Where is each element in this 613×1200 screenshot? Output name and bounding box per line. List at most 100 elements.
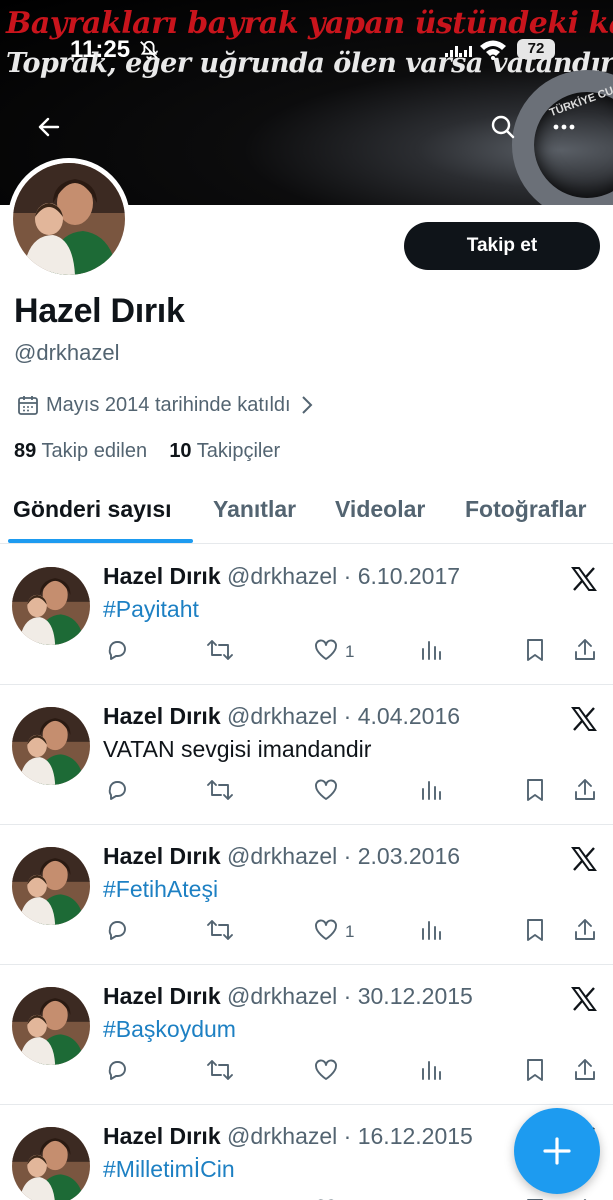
plus-icon (543, 1137, 571, 1165)
like-button[interactable] (313, 777, 345, 807)
tweet-avatar[interactable] (12, 987, 90, 1065)
following-link[interactable]: 89 Takip edilen (14, 440, 147, 462)
views-icon (419, 1197, 443, 1200)
retweet-button[interactable] (206, 1057, 234, 1087)
share-icon (572, 1057, 598, 1088)
follow-button[interactable]: Takip et (404, 222, 600, 270)
status-time: 11:25 (70, 36, 131, 63)
retweet-icon (206, 917, 234, 948)
bookmark-icon (523, 777, 547, 808)
share-button[interactable] (572, 637, 598, 667)
battery-indicator: 72 (517, 39, 555, 59)
tweet-text[interactable]: #Başkoydum (103, 1016, 236, 1043)
tweet-author-name[interactable]: Hazel Dırık (103, 703, 221, 729)
reply-button[interactable] (104, 637, 130, 667)
retweet-icon (206, 1057, 234, 1088)
tweet-actions (0, 1057, 613, 1087)
share-button[interactable] (572, 917, 598, 947)
reply-icon (104, 637, 130, 668)
profile-tabs: Gönderi sayısı Yanıtlar Videolar Fotoğra… (0, 488, 613, 544)
tweet-header: Hazel Dırık @drkhazel · 2.03.2016 (103, 843, 460, 870)
reply-icon (104, 1197, 130, 1200)
tab-photos[interactable]: Fotoğraflar (465, 496, 586, 523)
share-icon (572, 917, 598, 948)
following-label: Takip edilen (41, 440, 148, 462)
tweet-item[interactable]: Hazel Dırık @drkhazel · 6.10.2017 #Payit… (0, 545, 613, 685)
tweet-meta: @drkhazel · 30.12.2015 (227, 983, 473, 1009)
tweet-author-name[interactable]: Hazel Dırık (103, 563, 221, 589)
bookmark-icon (523, 1197, 547, 1200)
tweet-author-name[interactable]: Hazel Dırık (103, 983, 221, 1009)
bookmark-button[interactable] (523, 777, 547, 807)
tweet-item[interactable]: Hazel Dırık @drkhazel · 4.04.2016 VATAN … (0, 685, 613, 825)
back-arrow-icon[interactable] (32, 110, 66, 144)
views-icon (419, 777, 443, 808)
share-button[interactable] (572, 777, 598, 807)
profile-avatar[interactable] (8, 158, 130, 280)
status-bar: 11:25 72 (0, 36, 613, 66)
reply-button[interactable] (104, 777, 130, 807)
share-button[interactable] (572, 1057, 598, 1087)
tweet-avatar[interactable] (12, 1127, 90, 1200)
share-icon (572, 637, 598, 668)
reply-icon (104, 917, 130, 948)
views-button[interactable] (419, 1057, 443, 1087)
bookmark-button[interactable] (523, 1057, 547, 1087)
reply-button[interactable] (104, 917, 130, 947)
tweet-item[interactable]: Hazel Dırık @drkhazel · 2.03.2016 #Fetih… (0, 825, 613, 965)
active-tab-indicator (8, 539, 193, 543)
retweet-icon (206, 637, 234, 668)
joined-text: Mayıs 2014 tarihinde katıldı (46, 393, 291, 416)
like-button[interactable] (313, 1057, 345, 1087)
heart-icon (313, 917, 339, 948)
search-icon[interactable] (486, 110, 520, 144)
tweet-avatar[interactable] (12, 567, 90, 645)
tweet-text[interactable]: #Payitaht (103, 596, 199, 623)
tweet-avatar[interactable] (12, 847, 90, 925)
followers-label: Takipçiler (196, 440, 281, 462)
reply-icon (104, 1057, 130, 1088)
retweet-button[interactable] (206, 917, 234, 947)
followers-link[interactable]: 10 Takipçiler (169, 440, 280, 462)
x-logo-icon (570, 845, 598, 873)
like-button[interactable]: 1 (313, 917, 354, 947)
views-button[interactable] (419, 777, 443, 807)
retweet-button[interactable] (206, 637, 234, 667)
tab-videos[interactable]: Videolar (335, 496, 425, 523)
tweet-avatar[interactable] (12, 707, 90, 785)
calendar-icon (18, 396, 38, 415)
x-logo-icon (570, 565, 598, 593)
compose-button[interactable] (514, 1108, 600, 1194)
tweet-text[interactable]: #MilletimİCin (103, 1156, 235, 1183)
x-logo-icon (570, 985, 598, 1013)
tweet-meta: @drkhazel · 4.04.2016 (227, 703, 461, 729)
profile-handle: @drkhazel (14, 340, 120, 365)
tweet-author-name[interactable]: Hazel Dırık (103, 843, 221, 869)
bookmark-icon (523, 637, 547, 668)
tweet-header: Hazel Dırık @drkhazel · 6.10.2017 (103, 563, 460, 590)
tweet-meta: @drkhazel · 6.10.2017 (227, 563, 461, 589)
views-icon (419, 1057, 443, 1088)
tweet-actions (0, 777, 613, 807)
tweet-actions: 1 (0, 637, 613, 667)
like-button[interactable]: 1 (313, 637, 354, 667)
tab-replies[interactable]: Yanıtlar (213, 496, 296, 523)
tab-posts[interactable]: Gönderi sayısı (13, 496, 172, 523)
follow-stats: 89 Takip edilen 10 Takipçiler (14, 440, 280, 463)
views-button[interactable] (419, 917, 443, 947)
bookmark-button[interactable] (523, 917, 547, 947)
more-icon[interactable] (547, 110, 581, 144)
tweet-author-name[interactable]: Hazel Dırık (103, 1123, 221, 1149)
reply-button[interactable] (104, 1057, 130, 1087)
views-icon (419, 637, 443, 668)
views-button[interactable] (419, 637, 443, 667)
retweet-button[interactable] (206, 777, 234, 807)
tweet-actions: 1 (0, 917, 613, 947)
followers-count: 10 (169, 440, 192, 462)
tweet-item[interactable]: Hazel Dırık @drkhazel · 30.12.2015 #Başk… (0, 965, 613, 1105)
bookmark-icon (523, 917, 547, 948)
tweet-text[interactable]: #FetihAteşi (103, 876, 218, 903)
x-logo-icon (570, 705, 598, 733)
bookmark-button[interactable] (523, 637, 547, 667)
joined-date[interactable]: Mayıs 2014 tarihinde katıldı (16, 393, 317, 417)
